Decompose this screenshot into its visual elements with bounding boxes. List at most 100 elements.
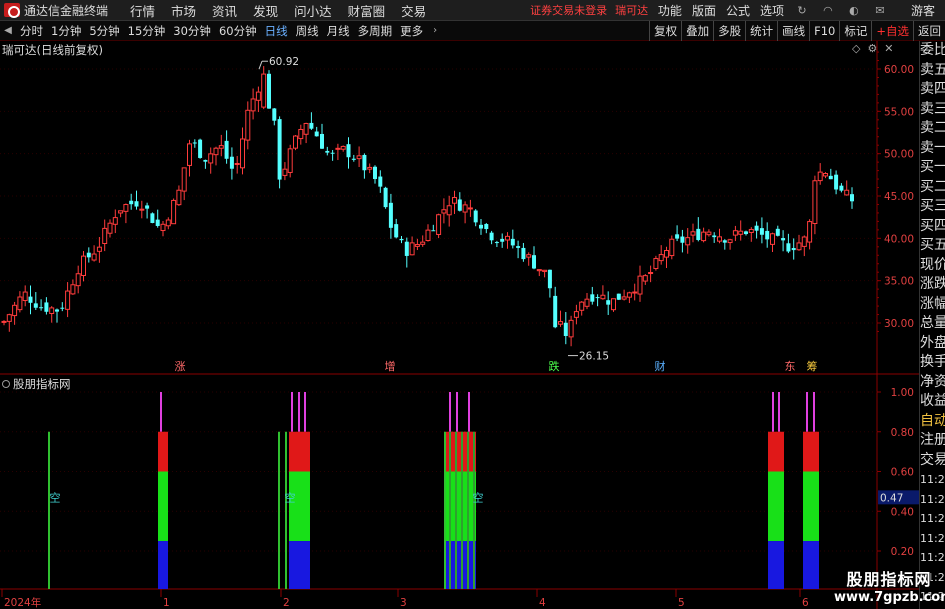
left-arrow-icon[interactable]: ◀ — [0, 25, 16, 36]
candlestick — [22, 285, 28, 307]
menu-item-wealth[interactable]: 财富圈 — [348, 1, 386, 20]
candlestick — [55, 308, 59, 323]
candle-body-down — [754, 225, 759, 231]
indicator-magenta-line — [304, 392, 306, 432]
side-panel-item[interactable]: 注册 — [920, 431, 945, 451]
candlestick — [568, 315, 574, 347]
side-panel-item: 收益 — [920, 393, 945, 409]
indicator-magenta-line — [291, 392, 293, 432]
tool-f10[interactable]: F10 — [809, 21, 839, 41]
period-tab-multi[interactable]: 多周期 — [358, 23, 393, 39]
menu-item-news[interactable]: 资讯 — [212, 1, 237, 20]
candlestick — [340, 145, 346, 152]
side-panel-item[interactable]: 交易 — [920, 451, 945, 471]
period-tab-15min[interactable]: 15分钟 — [128, 23, 166, 39]
menu-item-trade[interactable]: 交易 — [401, 1, 426, 20]
candle-body-up — [823, 173, 828, 177]
menu-item-ask[interactable]: 问小达 — [294, 1, 332, 20]
candlestick — [573, 304, 579, 325]
side-panel-item: 买一 — [920, 159, 945, 175]
candle-body-up — [701, 231, 707, 242]
candlestick — [86, 247, 91, 263]
candle-body-up — [611, 298, 616, 311]
period-tab-weekly[interactable]: 周线 — [296, 23, 319, 39]
candle-body-up — [107, 222, 113, 234]
candlestick — [373, 165, 377, 184]
candle-body-up — [717, 236, 722, 242]
period-tab-5min[interactable]: 5分钟 — [89, 23, 119, 39]
date-tick-label: 5 — [678, 597, 685, 609]
skin-icon[interactable]: ◐ — [848, 4, 860, 17]
candle-body-down — [388, 202, 393, 228]
candlestick — [298, 124, 304, 145]
candle-body-down — [267, 73, 271, 109]
period-tab-1min[interactable]: 1分钟 — [51, 23, 81, 39]
candle-body-down — [786, 243, 791, 252]
price-axis: 60.00 55.00 50.00 45.00 40.00 35.00 30.00 — [877, 51, 914, 332]
candlestick — [240, 127, 245, 175]
candlestick — [139, 200, 145, 219]
menu-item-formula[interactable]: 公式 — [726, 2, 750, 19]
period-tab-30min[interactable]: 30分钟 — [173, 23, 211, 39]
candlestick — [367, 163, 373, 174]
kline-chart[interactable]: 60.0055.0050.0045.0040.0035.0030.00 空空空 … — [0, 41, 919, 609]
tool-statistics[interactable]: 统计 — [745, 21, 777, 41]
candle-body-up — [452, 197, 457, 204]
low-price-label: 26.15 — [579, 351, 609, 363]
candle-body-up — [282, 168, 288, 176]
chart-window-controls[interactable]: ◇ ⚙ ✕ — [852, 42, 894, 55]
period-tab-daily[interactable]: 日线 — [265, 23, 288, 39]
indicator-title[interactable]: 股朋指标网 — [2, 376, 71, 392]
candle-body-up — [462, 204, 468, 213]
tool-add-watchlist[interactable]: +自选 — [871, 21, 913, 41]
candle-body-up — [70, 284, 76, 295]
candlestick — [526, 252, 532, 266]
menu-item-function[interactable]: 功能 — [658, 2, 682, 19]
tool-draw-line[interactable]: 画线 — [777, 21, 809, 41]
headset-icon[interactable]: ◠ — [822, 4, 834, 17]
period-tab-monthly[interactable]: 月线 — [327, 23, 350, 39]
candlestick — [770, 232, 775, 252]
candle-body-down — [378, 176, 383, 187]
indicator-settings-icon[interactable] — [2, 380, 10, 388]
candlestick — [213, 146, 219, 166]
menu-item-quotes[interactable]: 行情 — [130, 1, 155, 20]
tool-mark[interactable]: 标记 — [839, 21, 871, 41]
candlestick — [584, 293, 590, 310]
candle-body-down — [351, 158, 356, 160]
candlestick — [234, 155, 240, 174]
candlestick — [791, 238, 796, 260]
candle-body-up — [165, 219, 171, 227]
candlestick — [600, 285, 606, 300]
candle-body-up — [65, 290, 71, 310]
candlestick — [107, 219, 113, 238]
menu-item-options[interactable]: 选项 — [760, 2, 784, 19]
tool-multi-stock[interactable]: 多股 — [713, 21, 745, 41]
indicator-title-text: 股朋指标网 — [13, 377, 71, 391]
login-warning[interactable]: 证券交易未登录 — [530, 2, 607, 18]
tool-overlay[interactable]: 叠加 — [681, 21, 713, 41]
candlestick — [727, 238, 733, 250]
tool-adjust[interactable]: 复权 — [649, 21, 681, 41]
period-tab-more[interactable]: 更多 — [400, 23, 423, 39]
indicator-magenta-line — [456, 392, 458, 432]
menu-item-layout[interactable]: 版面 — [692, 2, 716, 19]
candlestick — [675, 225, 680, 242]
candle-body-up — [81, 255, 86, 277]
candle-body-up — [632, 291, 638, 294]
guest-label[interactable]: 游客 — [911, 2, 935, 19]
menu-item-market[interactable]: 市场 — [171, 1, 196, 20]
candle-body-down — [192, 142, 197, 144]
tool-back[interactable]: 返回 — [913, 21, 945, 41]
candle-body-down — [383, 187, 388, 208]
candle-body-up — [123, 204, 129, 212]
refresh-icon[interactable]: ↻ — [796, 4, 808, 17]
indicator-signal-line — [48, 431, 50, 589]
menu-item-discover[interactable]: 发现 — [253, 1, 278, 20]
period-tab-intraday[interactable]: 分时 — [20, 23, 43, 39]
chevron-right-icon[interactable]: › — [427, 25, 443, 36]
side-panel-item[interactable]: 自动 — [920, 412, 945, 432]
period-tab-60min[interactable]: 60分钟 — [219, 23, 257, 39]
mail-icon[interactable]: ✉ — [874, 4, 886, 17]
candlestick — [409, 236, 415, 256]
